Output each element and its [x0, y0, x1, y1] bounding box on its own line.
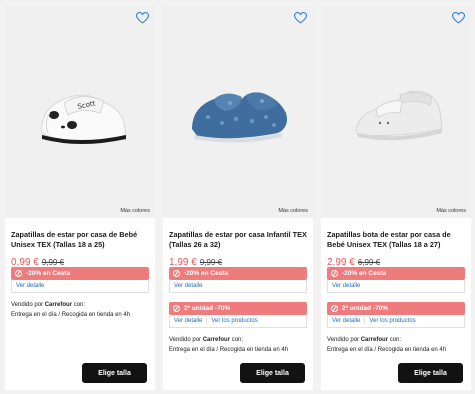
see-detail-link[interactable]: Ver detalle: [170, 318, 206, 324]
promo-details-row: Ver detalle: [11, 280, 149, 293]
percent-icon: [331, 270, 338, 277]
promo-label: -20% en Cesta: [26, 270, 71, 277]
promo-badge: -20% en Cesta: [169, 267, 307, 280]
promo-label: 2ª unidad -70%: [184, 305, 231, 312]
seller-suffix: con:: [72, 302, 86, 308]
product-price: 1,99 €: [169, 257, 197, 268]
product-title[interactable]: Zapatillas de estar por casa Infantil TE…: [169, 230, 307, 250]
choose-size-button[interactable]: Elige talla: [398, 363, 463, 383]
seller-prefix: Vendido por: [169, 337, 203, 343]
product-card[interactable]: Scott Más colores Zapatillas de estar po…: [5, 6, 155, 390]
seller-name: Carrefour: [44, 302, 73, 308]
delivery-info: Entrega en el día / Recogida en tienda e…: [11, 312, 131, 318]
choose-size-button[interactable]: Elige talla: [240, 363, 305, 383]
see-products-link[interactable]: Ver los productos: [364, 318, 419, 324]
product-card[interactable]: Más colores Zapatillas bota de estar por…: [321, 6, 471, 390]
product-old-price: 6,99 €: [357, 258, 381, 267]
seller-info: Vendido por Carrefour con: Entrega en el…: [327, 335, 465, 355]
more-colors-label[interactable]: Más colores: [278, 208, 308, 214]
seller-info: Vendido por Carrefour con: Entrega en el…: [169, 335, 307, 355]
seller-name: Carrefour: [202, 337, 231, 343]
percent-icon: [331, 305, 338, 312]
seller-prefix: Vendido por: [327, 337, 361, 343]
product-price: 2,99 €: [327, 257, 355, 268]
seller-name: Carrefour: [360, 337, 389, 343]
choose-size-button[interactable]: Elige talla: [82, 363, 147, 383]
promo-details-row: Ver detalle Ver los productos: [169, 315, 307, 328]
product-title[interactable]: Zapatillas de estar por casa de Bebé Uni…: [11, 230, 149, 250]
baby-slipper-image: Scott: [41, 94, 127, 144]
seller-info: Vendido por Carrefour con: Entrega en el…: [11, 300, 149, 320]
product-old-price: 9,99 €: [199, 258, 223, 267]
promo-details-row: Ver detalle: [327, 280, 465, 293]
white-boot-slipper-image: [355, 90, 443, 141]
promo-badge: -20% en Cesta: [327, 267, 465, 280]
heart-outline-icon[interactable]: [294, 12, 307, 24]
product-old-price: 9,99 €: [41, 258, 65, 267]
promo-badge: 2ª unidad -70%: [169, 302, 307, 315]
blue-slipper-image: [192, 92, 287, 143]
promo-label: 2ª unidad -70%: [342, 305, 389, 312]
more-colors-label[interactable]: Más colores: [120, 208, 150, 214]
delivery-info: Entrega en el día / Recogida en tienda e…: [169, 347, 289, 353]
see-detail-link[interactable]: Ver detalle: [328, 318, 364, 324]
promo-badge: 2ª unidad -70%: [327, 302, 465, 315]
promo-badge: -20% en Cesta: [11, 267, 149, 280]
percent-icon: [173, 305, 180, 312]
see-products-link[interactable]: Ver los productos: [206, 318, 261, 324]
percent-icon: [173, 270, 180, 277]
product-price: 0,99 €: [11, 257, 39, 268]
seller-suffix: con:: [388, 337, 402, 343]
seller-prefix: Vendido por: [11, 302, 45, 308]
promo-label: -20% en Cesta: [184, 270, 229, 277]
heart-outline-icon[interactable]: [136, 12, 149, 24]
product-title[interactable]: Zapatillas bota de estar por casa de Beb…: [327, 230, 465, 250]
product-card[interactable]: Más colores Zapatillas de estar por casa…: [163, 6, 313, 390]
promo-details-row: Ver detalle: [169, 280, 307, 293]
seller-suffix: con:: [230, 337, 244, 343]
delivery-info: Entrega en el día / Recogida en tienda e…: [327, 347, 447, 353]
promo-details-row: Ver detalle Ver los productos: [327, 315, 465, 328]
see-detail-link[interactable]: Ver detalle: [12, 283, 48, 289]
see-detail-link[interactable]: Ver detalle: [170, 283, 206, 289]
product-image-area[interactable]: Más colores: [163, 6, 313, 218]
promo-label: -20% en Cesta: [342, 270, 387, 277]
product-image-area[interactable]: Scott Más colores: [5, 6, 155, 218]
see-detail-link[interactable]: Ver detalle: [328, 283, 364, 289]
more-colors-label[interactable]: Más colores: [436, 208, 466, 214]
percent-icon: [15, 270, 22, 277]
product-image-area[interactable]: Más colores: [321, 6, 471, 218]
heart-outline-icon[interactable]: [452, 12, 465, 24]
